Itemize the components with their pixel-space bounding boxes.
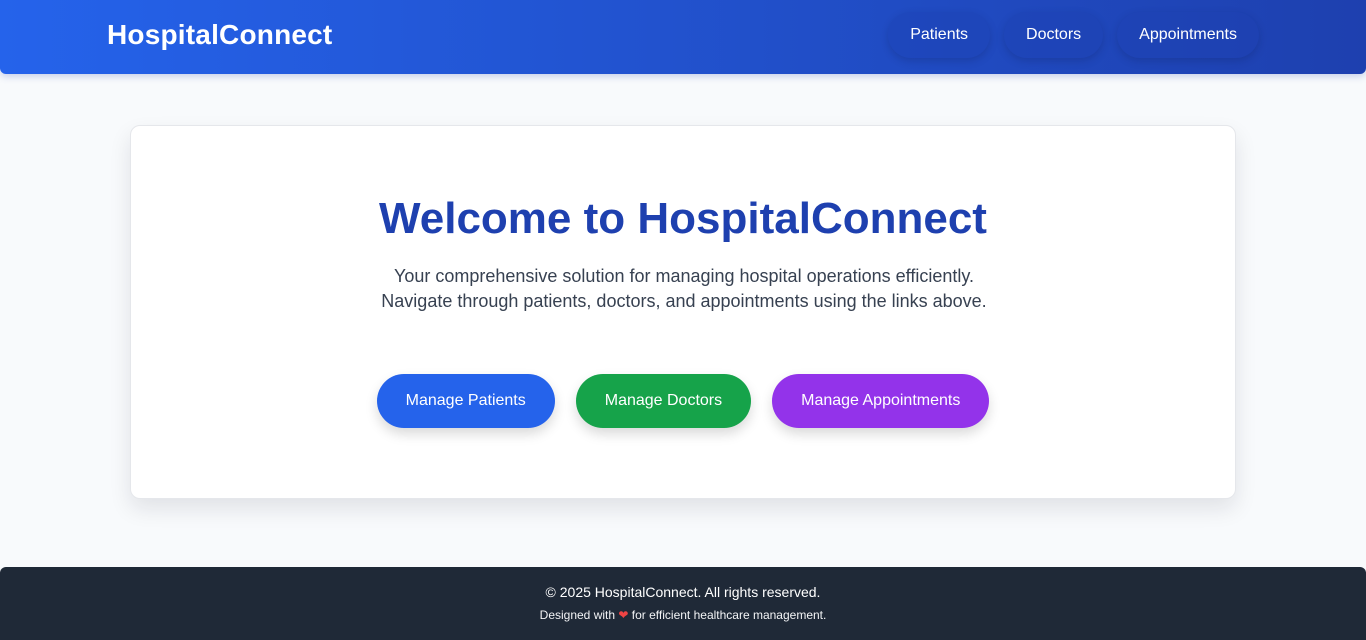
action-buttons: Manage Patients Manage Doctors Manage Ap… (131, 374, 1235, 428)
manage-doctors-button[interactable]: Manage Doctors (575, 374, 752, 428)
footer-tagline: Designed with ❤ for efficient healthcare… (0, 608, 1366, 622)
welcome-description: Your comprehensive solution for managing… (381, 266, 987, 311)
heart-icon: ❤ (618, 608, 629, 622)
top-navbar: HospitalConnect Patients Doctors Appoint… (0, 0, 1366, 74)
nav-link-patients[interactable]: Patients (888, 12, 991, 58)
nav-links: Patients Doctors Appointments (888, 12, 1259, 58)
nav-link-appointments[interactable]: Appointments (1117, 12, 1259, 58)
welcome-title: Welcome to HospitalConnect (379, 194, 987, 243)
footer-copyright: © 2025 HospitalConnect. All rights reser… (545, 584, 821, 600)
brand-logo-text[interactable]: HospitalConnect (107, 19, 332, 51)
welcome-card: Welcome to HospitalConnect Your comprehe… (130, 125, 1236, 499)
manage-appointments-button[interactable]: Manage Appointments (772, 374, 990, 428)
nav-link-doctors[interactable]: Doctors (1004, 12, 1104, 58)
manage-patients-button[interactable]: Manage Patients (376, 374, 555, 428)
page-footer: © 2025 HospitalConnect. All rights reser… (0, 567, 1366, 640)
footer-tagline-prefix: Designed with (539, 608, 616, 622)
footer-tagline-suffix: for efficient healthcare management. (631, 608, 827, 622)
